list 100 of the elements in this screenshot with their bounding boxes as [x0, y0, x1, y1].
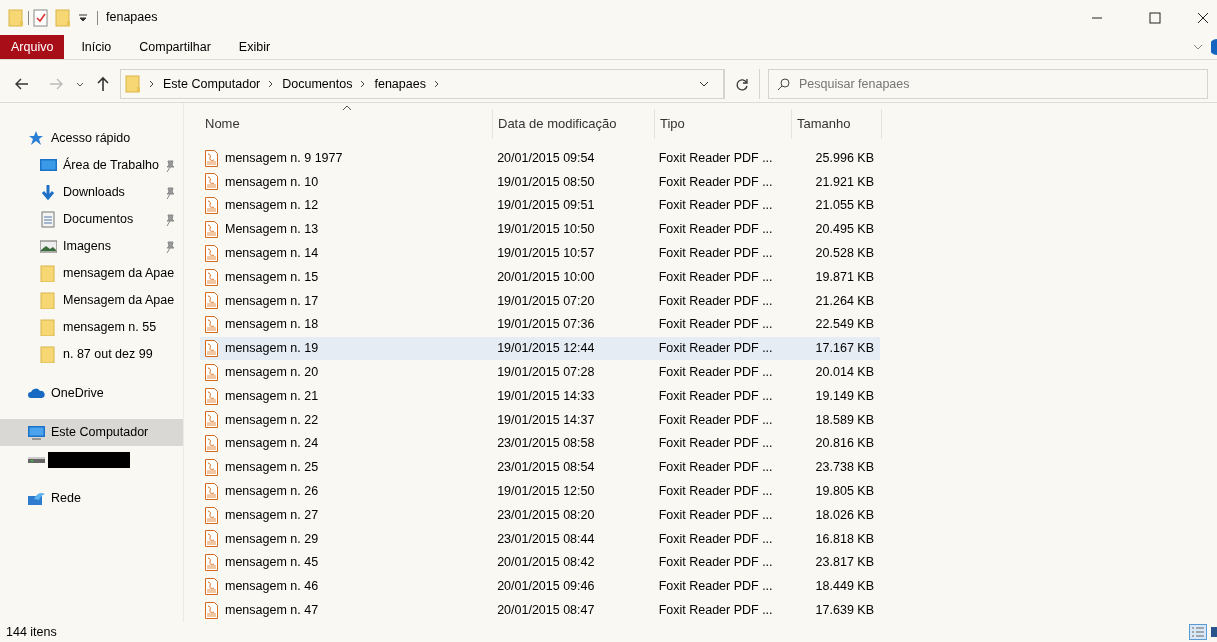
file-name: mensagem n. 27 — [225, 506, 319, 524]
sidebar-item[interactable]: Downloads — [0, 179, 183, 207]
sidebar-item[interactable]: mensagem n. 55 — [0, 314, 183, 342]
ribbon-tab[interactable]: Compartilhar — [128, 35, 222, 60]
chevron-right-icon — [148, 79, 156, 88]
modified-date: 19/01/2015 07:28 — [496, 363, 596, 381]
pdf-file-icon — [205, 244, 218, 262]
sidebar-item[interactable]: n. 87 out dez 99 — [0, 341, 183, 369]
file-row[interactable]: mensagem n. 47 20/01/2015 08:47 Foxit Reader PDF ... 17.639 KB — [200, 598, 880, 623]
file-name: mensagem n. 18 — [225, 316, 319, 334]
pdf-file-icon — [205, 292, 218, 310]
file-size: 21.264 KB — [814, 292, 875, 310]
modified-date: 20/01/2015 10:00 — [496, 268, 596, 286]
ribbon-tab[interactable]: Exibir — [227, 35, 282, 60]
file-row[interactable]: mensagem n. 17 19/01/2015 07:20 Foxit Reader PDF ... 21.264 KB — [200, 289, 880, 313]
folder-icon — [55, 8, 71, 27]
modified-date: 23/01/2015 08:44 — [496, 530, 596, 548]
file-row[interactable]: mensagem n. 25 23/01/2015 08:54 Foxit Reader PDF ... 23.738 KB — [200, 455, 880, 480]
modified-date: 19/01/2015 14:37 — [496, 411, 596, 429]
column-header[interactable]: Nome — [200, 109, 493, 140]
file-row[interactable]: mensagem n. 27 23/01/2015 08:20 Foxit Reader PDF ... 18.026 KB — [200, 503, 880, 527]
file-size: 20.816 KB — [814, 435, 875, 453]
file-name: mensagem n. 14 — [225, 244, 319, 262]
file-row[interactable]: mensagem n. 12 19/01/2015 09:51 Foxit Reader PDF ... 21.055 KB — [200, 193, 880, 218]
pdf-file-icon — [205, 459, 218, 476]
column-header[interactable]: Data de modificação — [493, 109, 655, 140]
file-size: 17.167 KB — [814, 340, 875, 358]
sidebar-item[interactable]: Rede — [0, 485, 183, 513]
file-row[interactable]: mensagem n. 9 1977 20/01/2015 09:54 Foxit Reader PDF ... 25.996 KB — [200, 146, 880, 171]
sidebar-item[interactable]: Área de Trabalho — [0, 152, 183, 180]
window-title: fenapaes — [106, 9, 158, 27]
file-name: mensagem n. 20 — [225, 363, 319, 381]
file-row[interactable]: mensagem n. 26 19/01/2015 12:50 Foxit Reader PDF ... 19.805 KB — [200, 479, 880, 504]
file-type: Foxit Reader PDF ... — [657, 530, 774, 548]
file-name: mensagem n. 12 — [225, 197, 319, 215]
file-name: mensagem n. 45 — [225, 554, 319, 572]
sidebar-item[interactable]: Este Computador — [0, 419, 183, 447]
download-icon — [40, 184, 57, 202]
modified-date: 19/01/2015 08:50 — [496, 173, 596, 191]
address-field[interactable]: Este Computador Documentos fenapaes — [120, 68, 724, 99]
pdf-file-icon — [205, 506, 218, 524]
sidebar-item[interactable]: Acesso rápido — [0, 125, 183, 153]
modified-date: 23/01/2015 08:54 — [496, 459, 596, 477]
file-row[interactable]: mensagem n. 24 23/01/2015 08:58 Foxit Reader PDF ... 20.816 KB — [200, 431, 880, 456]
file-row[interactable]: mensagem n. 46 20/01/2015 09:46 Foxit Reader PDF ... 18.449 KB — [200, 574, 880, 599]
file-row[interactable]: mensagem n. 18 19/01/2015 07:36 Foxit Reader PDF ... 22.549 KB — [200, 312, 880, 337]
breadcrumb[interactable]: Documentos — [282, 74, 353, 94]
chevron-right-icon — [432, 79, 441, 88]
modified-date: 23/01/2015 08:20 — [496, 506, 596, 524]
modified-date: 23/01/2015 08:58 — [496, 435, 596, 453]
column-header[interactable]: Tamanho — [792, 109, 882, 140]
sidebar-item[interactable]: Mensagem da Apae — [0, 287, 183, 315]
sidebar-item[interactable]: Documentos — [0, 206, 183, 234]
file-row[interactable]: mensagem n. 21 19/01/2015 14:33 Foxit Reader PDF ... 19.149 KB — [200, 384, 880, 409]
file-row[interactable]: mensagem n. 22 19/01/2015 14:37 Foxit Reader PDF ... 18.589 KB — [200, 408, 880, 432]
file-row[interactable]: mensagem n. 10 19/01/2015 08:50 Foxit Reader PDF ... 21.921 KB — [200, 170, 880, 194]
sidebar-item[interactable]: mensagem da Apae — [0, 260, 183, 288]
sidebar-label: n. 87 out dez 99 — [63, 346, 153, 364]
search-field[interactable]: Pesquisar fenapaes — [768, 68, 1208, 99]
file-size: 18.589 KB — [814, 411, 875, 429]
file-row[interactable]: mensagem n. 19 19/01/2015 12:44 Foxit Reader PDF ... 17.167 KB — [200, 336, 880, 361]
sidebar-label: Área de Trabalho — [63, 156, 159, 175]
file-row[interactable]: mensagem n. 20 19/01/2015 07:28 Foxit Reader PDF ... 20.014 KB — [200, 360, 880, 385]
file-row[interactable]: mensagem n. 15 20/01/2015 10:00 Foxit Reader PDF ... 19.871 KB — [200, 265, 880, 290]
refresh-button[interactable] — [724, 68, 760, 99]
sidebar-label: Mensagem da Apae — [63, 292, 175, 310]
file-row[interactable]: mensagem n. 14 19/01/2015 10:57 Foxit Reader PDF ... 20.528 KB — [200, 241, 880, 266]
sidebar-label: mensagem da Apae — [63, 265, 175, 283]
file-type: Foxit Reader PDF ... — [657, 482, 774, 500]
ribbon-tab[interactable]: Início — [70, 35, 123, 60]
file-size: 21.921 KB — [814, 173, 875, 191]
file-name: Mensagem n. 13 — [225, 221, 319, 239]
sidebar-label: Este Computador — [51, 424, 149, 442]
file-size: 22.549 KB — [814, 316, 875, 334]
pdf-file-icon — [205, 268, 218, 286]
column-header[interactable]: Tipo — [655, 109, 792, 140]
ribbon-tab[interactable]: Arquivo — [0, 35, 65, 60]
breadcrumb[interactable]: fenapaes — [374, 74, 426, 94]
file-row[interactable]: Mensagem n. 13 19/01/2015 10:50 Foxit Reader PDF ... 20.495 KB — [200, 217, 880, 242]
file-name: mensagem n. 21 — [225, 387, 319, 405]
folder-icon — [40, 292, 57, 310]
modified-date: 19/01/2015 10:57 — [496, 244, 596, 262]
file-row[interactable]: mensagem n. 45 20/01/2015 08:42 Foxit Reader PDF ... 23.817 KB — [200, 550, 880, 575]
document-icon — [40, 211, 57, 229]
pdf-file-icon — [205, 149, 218, 167]
sidebar-label: Acesso rápido — [51, 130, 131, 148]
pdf-file-icon — [205, 578, 218, 595]
star-icon — [28, 130, 45, 148]
file-size: 19.871 KB — [814, 268, 875, 286]
file-type: Foxit Reader PDF ... — [657, 149, 774, 167]
file-type: Foxit Reader PDF ... — [657, 435, 774, 453]
breadcrumb[interactable]: Este Computador — [163, 74, 261, 94]
file-type: Foxit Reader PDF ... — [657, 292, 774, 310]
sidebar-item[interactable]: Imagens — [0, 233, 183, 261]
file-name: mensagem n. 24 — [225, 435, 319, 453]
help-icon — [1211, 39, 1217, 56]
sidebar-item[interactable]: OneDrive — [0, 380, 183, 408]
file-row[interactable]: mensagem n. 29 23/01/2015 08:44 Foxit Reader PDF ... 16.818 KB — [200, 527, 880, 551]
file-type: Foxit Reader PDF ... — [657, 363, 774, 381]
modified-date: 20/01/2015 09:54 — [496, 149, 596, 167]
